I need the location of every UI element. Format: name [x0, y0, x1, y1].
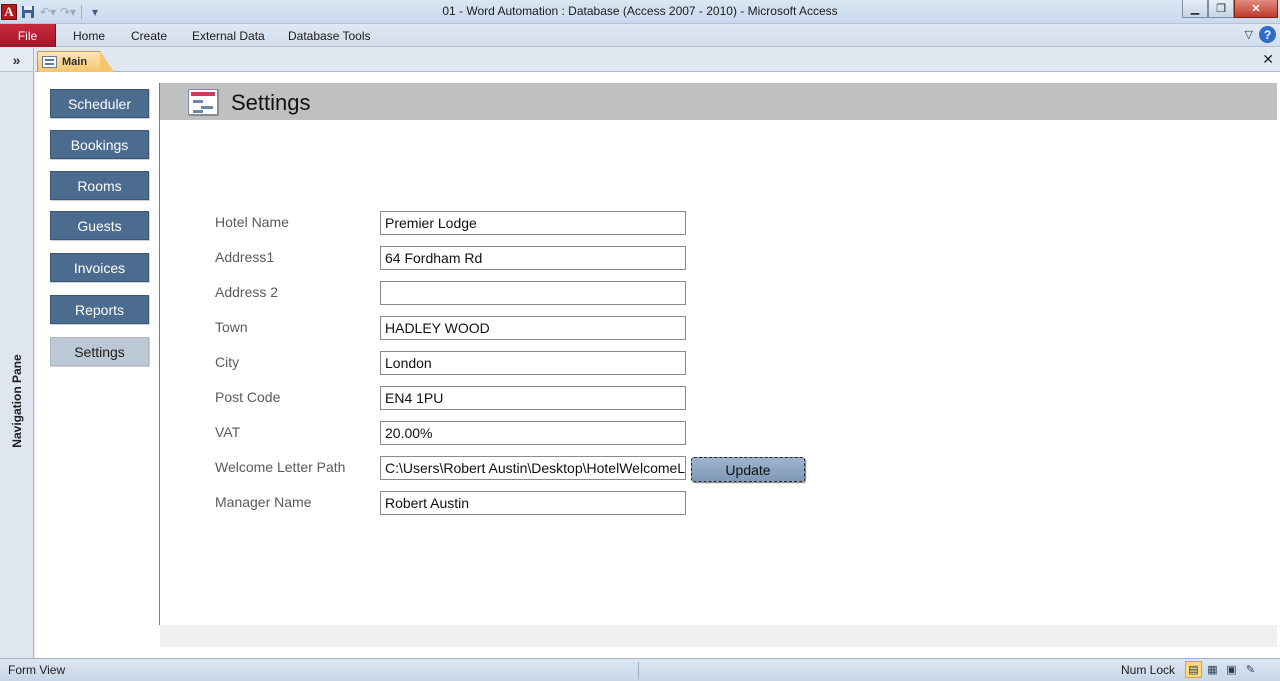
file-tab[interactable]: File: [0, 24, 56, 47]
tab-create[interactable]: Create: [131, 29, 167, 43]
help-icon[interactable]: ?: [1259, 26, 1276, 43]
doc-tab-main[interactable]: Main: [37, 51, 114, 72]
view-switcher: ▤ ▦ ▣ ✎: [1185, 661, 1259, 678]
restore-icon[interactable]: ❐: [1208, 0, 1234, 18]
input-manager-name[interactable]: Robert Austin: [380, 491, 686, 515]
label-vat: VAT: [215, 424, 241, 440]
settings-subform: Settings Hotel Name Premier Lodge Addres…: [159, 83, 1277, 647]
nav-pane-expand-button[interactable]: »: [0, 48, 33, 72]
label-manager-name: Manager Name: [215, 494, 312, 510]
qat-divider: [81, 5, 82, 19]
save-icon[interactable]: [19, 3, 37, 21]
menu-button-rooms[interactable]: Rooms: [50, 171, 149, 200]
form-area: Scheduler Bookings Rooms Guests Invoices…: [35, 72, 1280, 658]
input-welcome-letter-path[interactable]: C:\Users\Robert Austin\Desktop\HotelWelc…: [380, 456, 686, 480]
minimize-icon[interactable]: ▁: [1182, 0, 1208, 18]
input-hotel-name[interactable]: Premier Lodge: [380, 211, 686, 235]
page-title: Settings: [231, 90, 311, 115]
status-num-lock: Num Lock: [1121, 663, 1176, 677]
input-town[interactable]: HADLEY WOOD: [380, 316, 686, 340]
label-address2: Address 2: [215, 284, 279, 300]
form-icon: [42, 56, 57, 68]
form-header: Settings: [160, 83, 1277, 120]
close-document-icon[interactable]: ✕: [1262, 51, 1274, 68]
close-window-icon[interactable]: ✕: [1234, 0, 1278, 18]
update-button[interactable]: Update: [691, 457, 805, 482]
access-app-icon[interactable]: A: [1, 4, 17, 20]
window-controls: ▁ ❐ ✕: [1182, 0, 1278, 18]
menu-button-reports[interactable]: Reports: [50, 295, 149, 324]
tab-database-tools[interactable]: Database Tools: [288, 29, 371, 43]
label-post-code: Post Code: [215, 389, 281, 405]
menu-button-bookings[interactable]: Bookings: [50, 130, 149, 159]
input-address2[interactable]: [380, 281, 686, 305]
ribbon-collapse-icon[interactable]: ▽: [1245, 28, 1253, 41]
ribbon-right-controls: ▽ ?: [1245, 26, 1276, 43]
form-icon: [188, 89, 218, 115]
input-vat[interactable]: 20.00%: [380, 421, 686, 445]
status-view-label: Form View: [8, 663, 66, 677]
document-tab-strip: Main ✕: [35, 48, 1280, 72]
quick-access-toolbar: A ↶▾ ↷▾ ▾: [0, 2, 104, 22]
tab-external-data[interactable]: External Data: [192, 29, 265, 43]
title-bar: A ↶▾ ↷▾ ▾ 01 - Word Automation : Databas…: [0, 0, 1280, 24]
tab-home[interactable]: Home: [73, 29, 105, 43]
label-hotel-name: Hotel Name: [215, 214, 289, 230]
redo-icon[interactable]: ↷▾: [59, 3, 77, 21]
input-address1[interactable]: 64 Fordham Rd: [380, 246, 686, 270]
undo-icon[interactable]: ↶▾: [39, 3, 57, 21]
form-view-icon[interactable]: ▤: [1185, 661, 1202, 678]
layout-view-icon[interactable]: ▣: [1223, 661, 1240, 678]
label-town: Town: [215, 319, 248, 335]
menu-button-scheduler[interactable]: Scheduler: [50, 89, 149, 118]
menu-button-guests[interactable]: Guests: [50, 211, 149, 240]
nav-pane-label[interactable]: Navigation Pane: [10, 346, 24, 456]
label-welcome-letter-path: Welcome Letter Path: [215, 459, 346, 475]
label-address1: Address1: [215, 249, 275, 265]
input-city[interactable]: London: [380, 351, 686, 375]
status-bar: Form View Num Lock ▤ ▦ ▣ ✎: [0, 658, 1280, 681]
menu-button-invoices[interactable]: Invoices: [50, 253, 149, 282]
datasheet-view-icon[interactable]: ▦: [1204, 661, 1221, 678]
menu-button-settings[interactable]: Settings: [50, 337, 149, 366]
ribbon-tab-bar: File Home Create External Data Database …: [0, 24, 1280, 47]
navigation-pane: » Navigation Pane: [0, 48, 34, 658]
status-divider: [638, 662, 639, 679]
customize-qat-icon[interactable]: ▾: [86, 3, 104, 21]
form-footer: [160, 625, 1277, 647]
doc-tab-label: Main: [62, 56, 88, 68]
design-view-icon[interactable]: ✎: [1242, 661, 1259, 678]
window-title: 01 - Word Automation : Database (Access …: [442, 4, 838, 18]
input-post-code[interactable]: EN4 1PU: [380, 386, 686, 410]
label-city: City: [215, 354, 240, 370]
